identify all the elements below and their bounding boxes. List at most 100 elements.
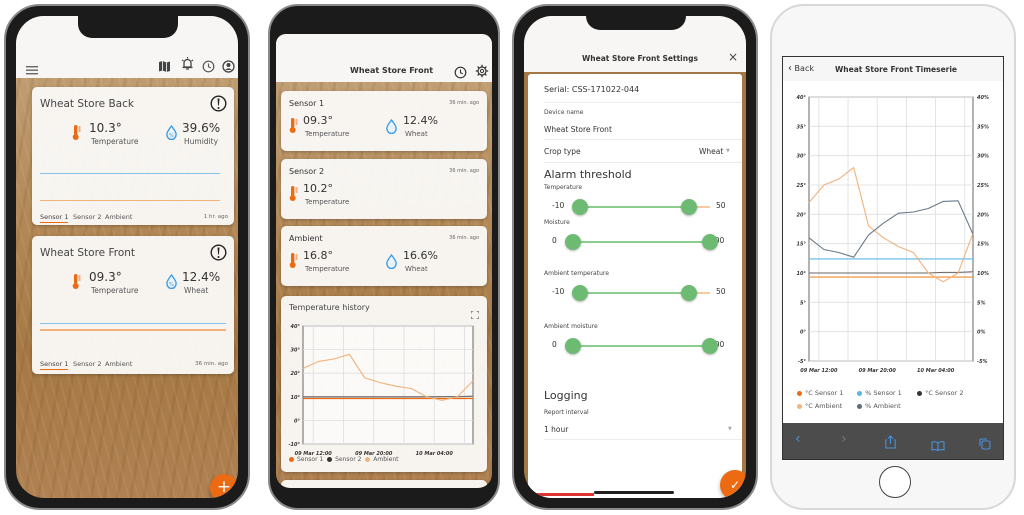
device-name-label: Device name <box>544 109 584 116</box>
report-interval-label: Report interval <box>544 409 589 416</box>
tab-ambient[interactable]: Ambient <box>105 360 132 368</box>
tab-sensor-2[interactable]: Sensor 2 <box>73 360 101 368</box>
chevron-down-icon[interactable]: ▼ <box>726 148 730 154</box>
alarm-bell-icon[interactable] <box>180 56 195 75</box>
last-updated: 36 min. ago <box>449 168 479 174</box>
device-card[interactable]: Wheat Store Front 09.3° Temperature % 12… <box>32 236 234 374</box>
crop-type-select[interactable]: Wheat <box>699 147 723 156</box>
slider-max-handle[interactable] <box>681 199 698 215</box>
device-title: Wheat Store Front <box>40 247 136 259</box>
browser-forward-icon[interactable]: › <box>841 431 847 447</box>
clock-icon[interactable] <box>202 58 215 77</box>
map-icon[interactable] <box>158 58 171 77</box>
menu-icon[interactable] <box>26 60 38 79</box>
home-button[interactable] <box>879 466 911 498</box>
last-updated: 36 min. ago <box>449 235 479 241</box>
slider-min-handle[interactable] <box>565 338 581 354</box>
water-drop-icon: % <box>165 124 178 144</box>
y2-tick-label: 20% <box>977 212 989 218</box>
phone-1-frame: Wheat Store Back 10.3° Temperature % 39.… <box>4 4 250 510</box>
slider-max-handle[interactable] <box>681 285 698 301</box>
slider-label: Moisture <box>544 219 570 226</box>
phone-4-frame: ‹ Back Wheat Store Front Timeserie 40° 35… <box>770 4 1016 510</box>
x-tick-label: 09 Mar 12:00 <box>800 368 838 374</box>
gear-icon[interactable] <box>475 63 489 82</box>
tab-sensor-1[interactable]: Sensor 1 <box>40 213 69 223</box>
y-tick-label: 20° <box>291 371 301 377</box>
slider-range-fill <box>579 292 690 294</box>
sensor-card[interactable]: Sensor 1 36 min. ago 09.3° Temperature 1… <box>281 91 487 151</box>
notch <box>78 16 178 38</box>
temperature-label: Temperature <box>305 130 350 138</box>
settings-panel: Serial: CSS-171022-044 Device name Wheat… <box>528 74 742 498</box>
share-icon[interactable] <box>885 434 896 453</box>
temperature-label: Temperature <box>305 198 350 206</box>
y2-tick-label: 15% <box>977 242 989 248</box>
moisture-value: 12.4% <box>403 114 438 127</box>
browser-back-icon[interactable]: ‹ <box>795 431 801 447</box>
alert-icon[interactable] <box>210 95 227 116</box>
legend-item: Ambient <box>365 456 399 463</box>
slider-max-handle[interactable] <box>702 234 718 250</box>
moisture-label: Wheat <box>184 286 209 295</box>
moisture-value: 39.6% <box>182 121 221 135</box>
moisture-label: Wheat <box>405 130 428 138</box>
sensor-name: Ambient <box>289 234 323 243</box>
device-name-input[interactable]: Wheat Store Front <box>544 125 612 134</box>
y-tick-label: 0° <box>294 418 300 424</box>
temperature-value: 10.2° <box>303 182 333 195</box>
slider-range-fill <box>579 206 690 208</box>
alert-icon[interactable] <box>210 244 227 265</box>
slider-min-label: -10 <box>552 201 565 210</box>
slider-min-handle[interactable] <box>571 199 588 215</box>
y-tick-label: 40° <box>291 324 301 330</box>
slider-label: Temperature <box>544 184 583 191</box>
temperature-value: 16.8° <box>303 249 333 262</box>
slider-label: Ambient moisture <box>544 323 598 330</box>
temperature-value: 09.3° <box>303 114 333 127</box>
back-button[interactable]: ‹ Back <box>788 63 814 74</box>
add-device-button[interactable]: + <box>210 474 238 498</box>
y2-tick-label: 40% <box>977 95 989 101</box>
clock-icon[interactable] <box>454 64 467 83</box>
slider-min-label: 0 <box>552 236 557 245</box>
sensor-card[interactable]: Sensor 2 36 min. ago 10.2° Temperature <box>281 159 487 219</box>
slider-max-handle[interactable] <box>702 338 718 354</box>
y-tick-label: -10° <box>288 442 300 448</box>
thermometer-icon <box>72 273 81 294</box>
slider-range-fill <box>573 241 710 243</box>
sparkline-temperature <box>40 200 220 201</box>
phone-2-screen: Wheat Store Front Sensor 1 36 min. ago 0… <box>276 34 492 488</box>
sparkline-temperature <box>40 329 226 331</box>
alarm-threshold-heading: Alarm threshold <box>544 168 632 181</box>
account-icon[interactable] <box>222 58 235 77</box>
save-button[interactable]: ✓ <box>720 470 746 498</box>
bottom-accent <box>534 493 594 496</box>
legend-item: °C Sensor 2 <box>917 387 977 400</box>
tab-sensor-1[interactable]: Sensor 1 <box>40 360 69 370</box>
slider-min-handle[interactable] <box>565 234 581 250</box>
temperature-label: Temperature <box>91 137 139 146</box>
close-button[interactable]: × <box>728 50 738 64</box>
device-card[interactable]: Wheat Store Back 10.3° Temperature % 39.… <box>32 87 234 225</box>
y2-tick-label: -5% <box>977 359 988 365</box>
last-updated: 1 hr. ago <box>203 214 228 220</box>
tabs-icon[interactable] <box>979 435 991 454</box>
temperature-value: 10.3° <box>89 121 122 135</box>
y-tick-label: 30° <box>797 154 807 160</box>
chevron-down-icon[interactable]: ▼ <box>728 426 732 432</box>
legend-item: °C Sensor 1 <box>797 387 855 400</box>
sensor-card[interactable]: Ambient 36 min. ago 16.8° Temperature 16… <box>281 226 487 286</box>
slider-range-fill <box>573 345 710 347</box>
report-interval-select[interactable]: 1 hour <box>544 425 568 434</box>
tab-sensor-2[interactable]: Sensor 2 <box>73 213 101 221</box>
plot-area <box>808 96 974 362</box>
slider-min-handle[interactable] <box>571 285 588 301</box>
tab-ambient[interactable]: Ambient <box>105 213 132 221</box>
water-drop-icon <box>385 253 398 273</box>
bookmarks-icon[interactable] <box>931 436 945 455</box>
moisture-label: Wheat <box>405 265 428 273</box>
water-drop-icon <box>385 118 398 138</box>
last-updated: 36 min. ago <box>195 361 228 367</box>
crop-type-label: Crop type <box>544 147 581 156</box>
